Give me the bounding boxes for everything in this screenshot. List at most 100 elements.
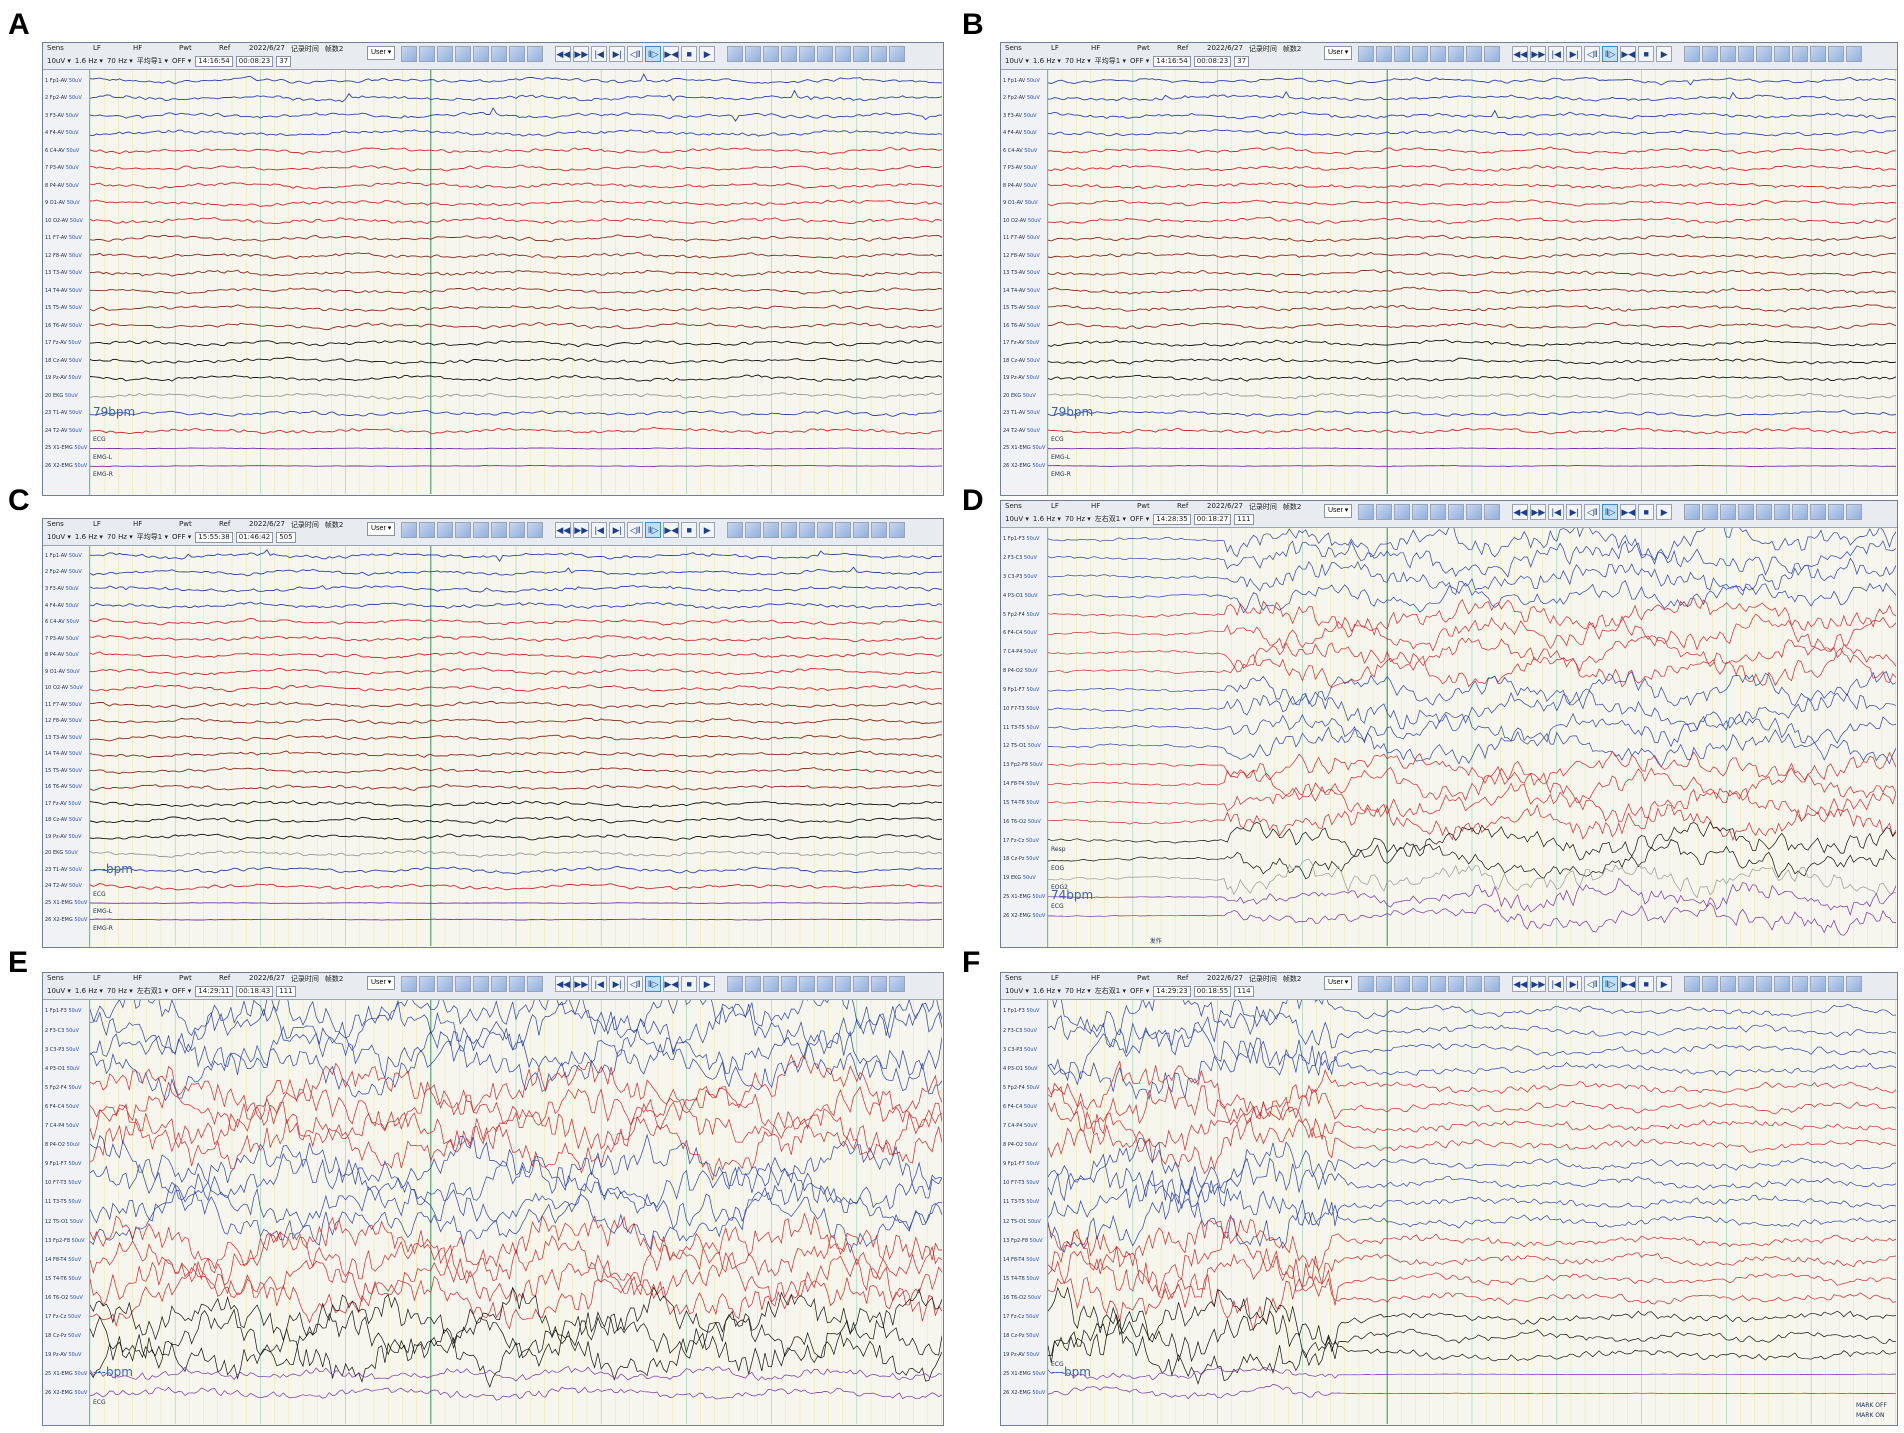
analysis-tool-icon[interactable] [1846, 46, 1863, 62]
playback-button[interactable]: ▶▶ [573, 976, 590, 992]
channel-label[interactable]: 17 Fz-AV 50uV [45, 801, 81, 807]
channel-label[interactable]: 12 T5-O1 50uV [45, 1219, 83, 1225]
channel-label[interactable]: 17 Fz-AV 50uV [1003, 340, 1039, 346]
ref-select[interactable]: OFF ▾ [1130, 515, 1149, 523]
analysis-tool-icon[interactable] [1810, 46, 1827, 62]
ref-select[interactable]: OFF ▾ [1130, 57, 1149, 65]
channel-label[interactable]: 6 C4-AV 50uV [45, 619, 79, 625]
channel-label[interactable]: 10 O2-AV 50uV [45, 685, 83, 691]
playback-button[interactable]: ▶◀ [1620, 976, 1637, 992]
analysis-tool-icon[interactable] [1774, 46, 1791, 62]
analysis-tool-icon[interactable] [1702, 504, 1719, 520]
channel-label[interactable]: 4 P3-O1 50uV [45, 1066, 80, 1072]
analysis-tool-icon[interactable] [727, 976, 744, 992]
channel-label[interactable]: 13 T3-AV 50uV [1003, 270, 1040, 276]
channel-label[interactable]: 13 T3-AV 50uV [45, 735, 82, 741]
channel-label[interactable]: 7 P3-AV 50uV [1003, 165, 1037, 171]
tool-icon[interactable] [1484, 46, 1501, 62]
tool-icon[interactable] [1412, 504, 1429, 520]
sensitivity-select[interactable]: 10uV ▾ [47, 533, 71, 541]
ref-select[interactable]: OFF ▾ [1130, 987, 1149, 995]
tool-icon[interactable] [491, 522, 508, 538]
analysis-tool-icon[interactable] [763, 522, 780, 538]
channel-label[interactable]: 3 C3-P3 50uV [45, 1047, 79, 1053]
playback-button[interactable]: ‖▷ [1602, 976, 1619, 992]
channel-label[interactable]: 8 P4-AV 50uV [1003, 183, 1037, 189]
playback-button[interactable]: ▶| [1566, 46, 1583, 62]
tool-icon[interactable] [1376, 504, 1393, 520]
channel-label[interactable]: 25 X1-EMG 50uV [1003, 894, 1045, 900]
analysis-tool-icon[interactable] [763, 46, 780, 62]
playback-button[interactable]: ◁‖ [1584, 504, 1601, 520]
playback-button[interactable]: ■ [681, 976, 698, 992]
analysis-tool-icon[interactable] [745, 976, 762, 992]
playback-button[interactable]: ◀◀ [1512, 976, 1529, 992]
user-select[interactable]: User ▾ [1324, 504, 1353, 518]
tool-icon[interactable] [1376, 46, 1393, 62]
playback-button[interactable]: ■ [1638, 976, 1655, 992]
channel-label[interactable]: 14 F8-T4 50uV [45, 1257, 81, 1263]
analysis-tool-icon[interactable] [799, 522, 816, 538]
analysis-tool-icon[interactable] [1828, 504, 1845, 520]
playback-button[interactable]: ▶◀ [1620, 46, 1637, 62]
channel-label[interactable]: 12 F8-AV 50uV [45, 253, 82, 259]
tool-icon[interactable] [473, 522, 490, 538]
playback-button[interactable]: ◀◀ [555, 976, 572, 992]
analysis-tool-icon[interactable] [817, 976, 834, 992]
playback-button[interactable]: ▶ [699, 976, 716, 992]
channel-label[interactable]: 11 T3-T5 50uV [1003, 725, 1039, 731]
analysis-tool-icon[interactable] [1828, 46, 1845, 62]
playback-button[interactable]: ▶▶ [1530, 504, 1547, 520]
channel-label[interactable]: 14 T4-AV 50uV [45, 751, 82, 757]
analysis-tool-icon[interactable] [1756, 976, 1773, 992]
channel-label[interactable]: 7 P3-AV 50uV [45, 636, 79, 642]
tool-icon[interactable] [1394, 504, 1411, 520]
channel-label[interactable]: 11 F7-AV 50uV [1003, 235, 1040, 241]
analysis-tool-icon[interactable] [1810, 976, 1827, 992]
tool-icon[interactable] [1466, 504, 1483, 520]
eeg-trace-area[interactable]: ---bpm ECG [89, 979, 943, 1425]
channel-label[interactable]: 10 O2-AV 50uV [1003, 218, 1041, 224]
sensitivity-select[interactable]: 10uV ▾ [47, 987, 71, 995]
analysis-tool-icon[interactable] [1738, 46, 1755, 62]
analysis-tool-icon[interactable] [1684, 46, 1701, 62]
tool-icon[interactable] [1358, 46, 1375, 62]
playback-button[interactable]: ‖▷ [645, 46, 662, 62]
channel-label[interactable]: 1 Fp1-F3 50uV [1003, 536, 1039, 542]
channel-label[interactable]: 26 X2-EMG 50uV [1003, 913, 1045, 919]
user-select[interactable]: User ▾ [1324, 976, 1353, 990]
channel-label[interactable]: 25 X1-EMG 50uV [45, 445, 87, 451]
playback-button[interactable]: ▶◀ [663, 976, 680, 992]
playback-button[interactable]: ■ [1638, 46, 1655, 62]
channel-label[interactable]: 25 X1-EMG 50uV [1003, 1371, 1045, 1377]
playback-button[interactable]: ▶ [1656, 504, 1673, 520]
analysis-tool-icon[interactable] [1846, 976, 1863, 992]
tool-icon[interactable] [527, 522, 544, 538]
analysis-tool-icon[interactable] [1738, 976, 1755, 992]
playback-button[interactable]: ◁‖ [627, 976, 644, 992]
analysis-tool-icon[interactable] [781, 976, 798, 992]
lf-select[interactable]: 1.6 Hz ▾ [75, 533, 103, 541]
lf-select[interactable]: 1.6 Hz ▾ [75, 57, 103, 65]
ref-select[interactable]: OFF ▾ [172, 57, 191, 65]
channel-label[interactable]: 26 X2-EMG 50uV [45, 1390, 87, 1396]
user-select[interactable]: User ▾ [367, 976, 396, 990]
montage-select[interactable]: 平均导1 ▾ [137, 532, 168, 542]
playback-button[interactable]: |◀ [1548, 46, 1565, 62]
channel-label[interactable]: 13 Fp2-F8 50uV [1003, 1238, 1043, 1244]
montage-select[interactable]: 左右双1 ▾ [1095, 986, 1126, 996]
analysis-tool-icon[interactable] [1702, 976, 1719, 992]
analysis-tool-icon[interactable] [835, 976, 852, 992]
analysis-tool-icon[interactable] [781, 46, 798, 62]
channel-label[interactable]: 24 T2-AV 50uV [45, 428, 82, 434]
channel-label[interactable]: 14 T4-AV 50uV [1003, 288, 1040, 294]
channel-label[interactable]: 2 Fp2-AV 50uV [1003, 95, 1040, 101]
analysis-tool-icon[interactable] [763, 976, 780, 992]
page-field[interactable]: 111 [276, 986, 296, 997]
user-select[interactable]: User ▾ [367, 46, 396, 60]
analysis-tool-icon[interactable] [817, 46, 834, 62]
channel-label[interactable]: 26 X2-EMG 50uV [45, 917, 87, 923]
playback-button[interactable]: |◀ [591, 522, 608, 538]
tool-icon[interactable] [527, 46, 544, 62]
channel-label[interactable]: 23 T1-AV 50uV [45, 867, 82, 873]
